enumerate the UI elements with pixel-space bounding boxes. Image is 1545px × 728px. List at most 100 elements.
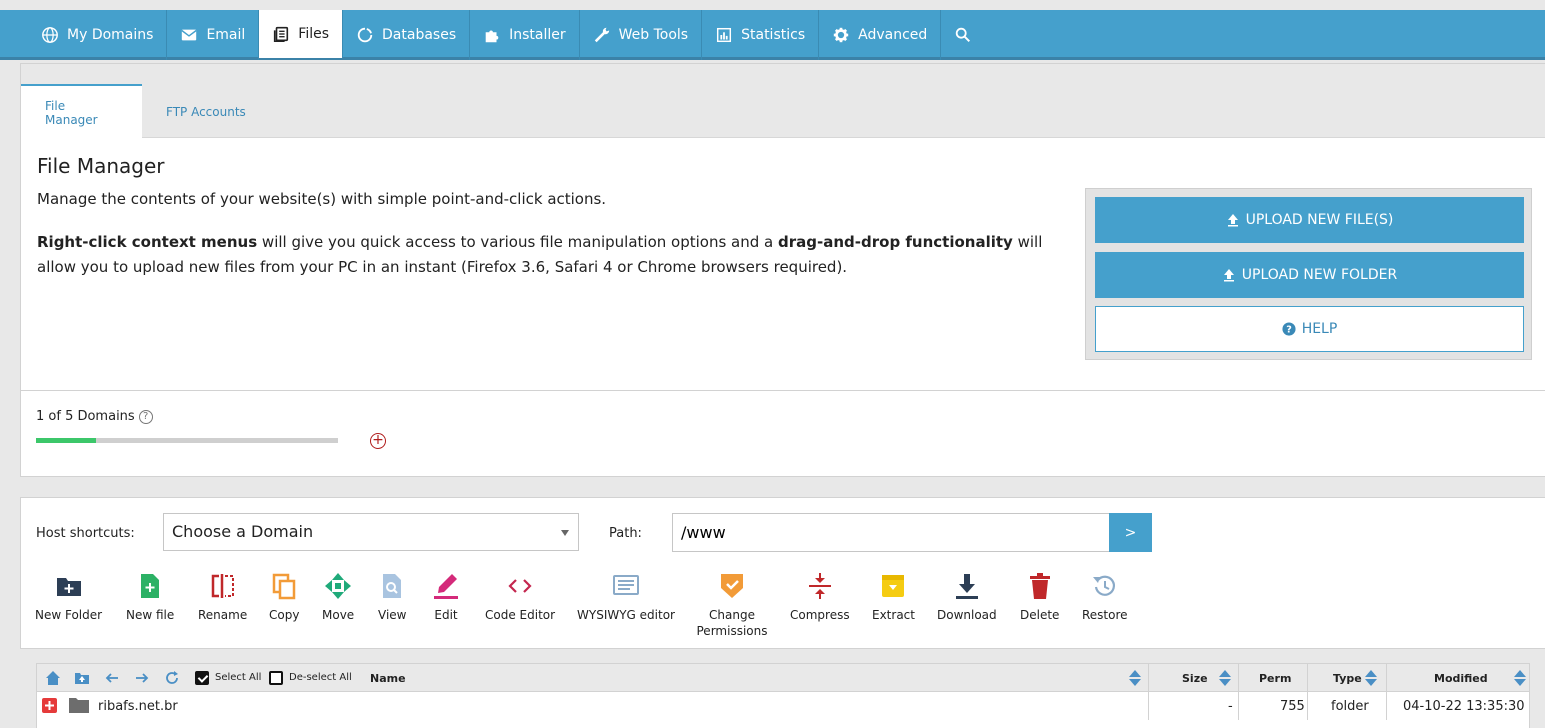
nav-web-tools[interactable]: Web Tools [580, 10, 703, 60]
refresh-icon[interactable] [164, 670, 180, 686]
column-perm[interactable]: Perm [1259, 664, 1291, 692]
folder-up-icon[interactable] [74, 670, 90, 686]
nav-files[interactable]: Files [259, 10, 344, 58]
file-perm: 755 [1280, 699, 1305, 714]
rename-icon [211, 574, 234, 598]
arrow-right-icon[interactable] [134, 670, 150, 686]
nav-label: Files [298, 26, 330, 42]
tab-file-manager[interactable]: File Manager [21, 84, 142, 139]
upload-folder-label: UPLOAD NEW FOLDER [1241, 267, 1398, 283]
tool-label: Edit [434, 608, 458, 622]
select-all-checkbox[interactable] [195, 671, 209, 685]
top-navigation: My Domains Email Files Databases Install… [0, 10, 1545, 60]
wysiwyg-editor-button[interactable]: WYSIWYG editor [577, 572, 675, 623]
file-manager-panel: File Manager FTP Accounts File Manager M… [20, 63, 1545, 477]
tab-ftp-accounts[interactable]: FTP Accounts [142, 84, 270, 139]
view-button[interactable]: View [378, 572, 406, 623]
nav-email[interactable]: Email [167, 10, 260, 60]
tool-label: Copy [269, 608, 300, 622]
puzzle-icon [485, 30, 499, 43]
new-folder-button[interactable]: New Folder [35, 572, 102, 623]
tool-label: Download [937, 608, 997, 622]
shield-icon [721, 574, 743, 598]
nav-label: Web Tools [618, 27, 689, 43]
nav-advanced[interactable]: Advanced [819, 10, 942, 60]
restore-button[interactable]: Restore [1082, 572, 1128, 623]
tool-label: New file [126, 608, 175, 622]
sort-size-icon[interactable] [1219, 664, 1231, 692]
nav-label: Installer [509, 27, 566, 43]
sort-name-icon[interactable] [1129, 664, 1141, 692]
database-icon [357, 27, 373, 43]
nav-search[interactable] [941, 10, 985, 60]
column-size[interactable]: Size [1182, 664, 1208, 692]
copy-icon [272, 573, 296, 600]
expand-plus-icon[interactable] [42, 698, 57, 713]
nav-my-domains[interactable]: My Domains [28, 10, 168, 60]
nav-statistics[interactable]: Statistics [702, 10, 820, 60]
compress-button[interactable]: Compress [790, 572, 850, 623]
file-name[interactable]: ribafs.net.br [98, 699, 178, 714]
help-icon: ? [1282, 322, 1296, 336]
globe-icon [42, 27, 58, 43]
files-icon [274, 26, 289, 43]
page-description: Manage the contents of your website(s) w… [37, 190, 607, 208]
new-file-button[interactable]: New file [126, 572, 174, 623]
move-button[interactable]: Move [322, 572, 354, 623]
new-folder-icon [56, 578, 81, 596]
tool-label: View [378, 608, 407, 622]
domains-progress-bar [36, 438, 338, 443]
change-permissions-button[interactable]: Change Permissions [695, 572, 769, 639]
nav-label: Email [206, 27, 246, 43]
home-icon[interactable] [45, 670, 61, 686]
nav-databases[interactable]: Databases [343, 10, 471, 60]
question-icon[interactable]: ? [138, 409, 153, 424]
download-button[interactable]: Download [937, 572, 997, 623]
file-modified: 04-10-22 13:35:30 [1403, 699, 1525, 714]
sort-icon [1514, 670, 1526, 686]
help-button[interactable]: ? HELP [1095, 306, 1524, 352]
nav-label: Databases [382, 27, 457, 43]
domains-progress-fill [36, 438, 97, 443]
sort-modified-icon[interactable] [1514, 664, 1526, 692]
move-icon [325, 573, 352, 599]
tool-label: Delete [1020, 608, 1060, 622]
delete-button[interactable]: Delete [1020, 572, 1059, 623]
tool-label: Code Editor [485, 608, 556, 622]
column-modified[interactable]: Modified [1434, 664, 1488, 692]
tabs-bar: File Manager FTP Accounts [21, 64, 1545, 139]
chart-icon [717, 27, 732, 43]
tool-label: WYSIWYG editor [577, 608, 675, 622]
sort-type-icon[interactable] [1365, 664, 1377, 692]
divider [21, 390, 1545, 391]
upload-files-button[interactable]: UPLOAD NEW FILE(S) [1095, 197, 1524, 243]
table-row[interactable]: ribafs.net.br - 755 folder 04-10-22 13:3… [37, 692, 1529, 720]
path-input[interactable] [672, 513, 1110, 552]
copy-button[interactable]: Copy [269, 572, 299, 623]
upload-folder-button[interactable]: UPLOAD NEW FOLDER [1095, 252, 1524, 298]
host-shortcuts-select[interactable]: Choose a Domain [163, 513, 579, 551]
arrow-left-icon[interactable] [104, 670, 120, 686]
column-name[interactable]: Name [370, 664, 406, 692]
dropdown-arrow-icon [561, 530, 569, 536]
code-editor-button[interactable]: Code Editor [485, 572, 555, 623]
page-instructions: Right-click context menus will give you … [37, 230, 1057, 280]
instruction-text: will give you quick access to various fi… [257, 233, 779, 251]
svg-text:?: ? [1286, 325, 1292, 336]
go-button[interactable]: > [1109, 513, 1152, 552]
nav-installer[interactable]: Installer [470, 10, 580, 60]
column-type[interactable]: Type [1333, 664, 1362, 692]
add-domain-icon[interactable]: + [370, 433, 386, 449]
rename-button[interactable]: Rename [198, 572, 247, 623]
edit-button[interactable]: Edit [432, 572, 460, 623]
help-label: HELP [1301, 321, 1338, 337]
upload-box: UPLOAD NEW FILE(S) UPLOAD NEW FOLDER ? H… [1085, 188, 1532, 360]
deselect-all-label: De-select All [289, 672, 352, 683]
wrench-icon [594, 27, 609, 43]
extract-button[interactable]: Extract [872, 572, 915, 623]
deselect-all-checkbox[interactable] [269, 671, 283, 685]
tool-label: Compress [790, 608, 850, 622]
file-table: Select All De-select All Name Size Perm … [36, 663, 1530, 728]
sort-icon [1365, 670, 1377, 686]
restore-icon [1092, 575, 1115, 596]
